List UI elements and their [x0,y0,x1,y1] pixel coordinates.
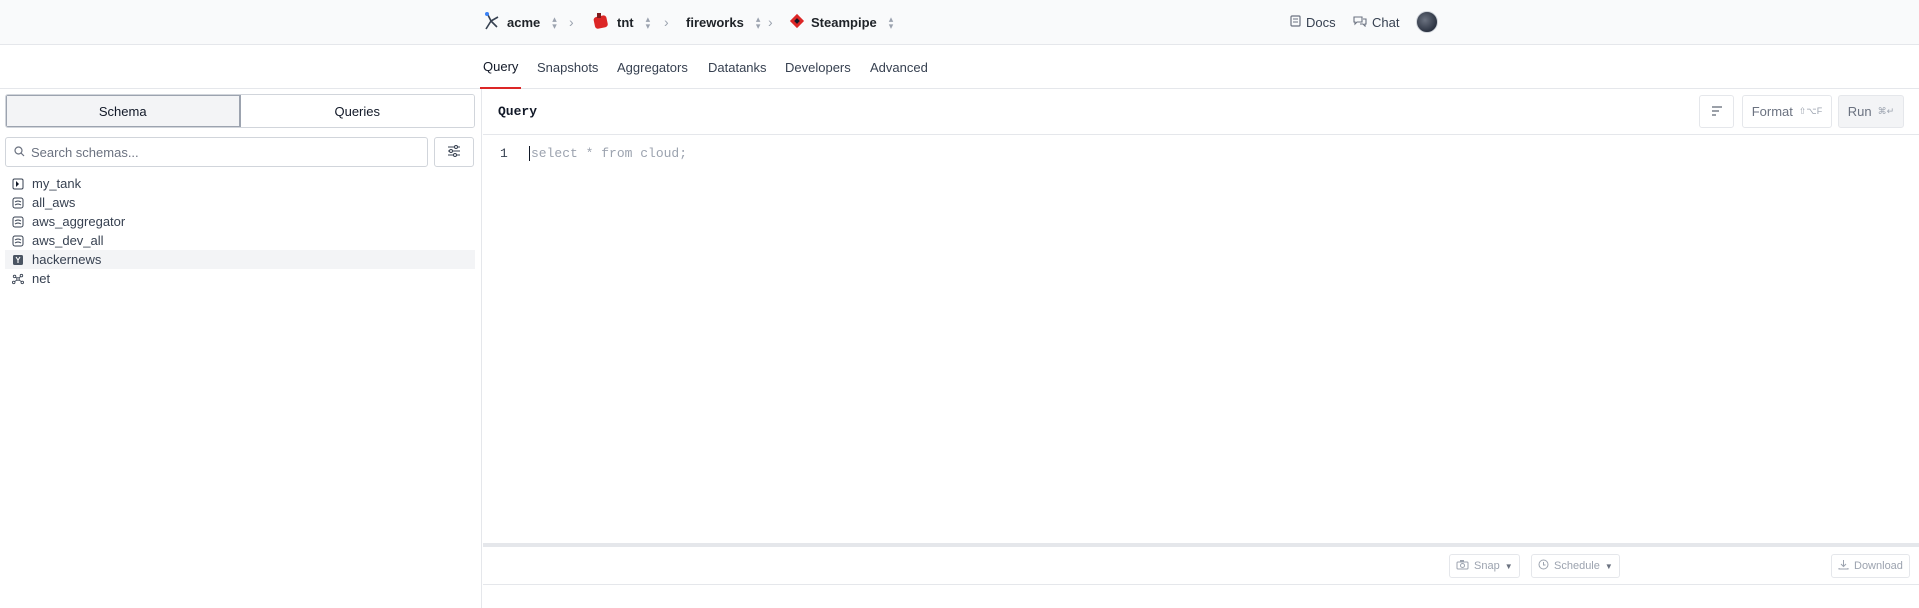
chat-icon [1353,15,1367,30]
editor-placeholder: select * from cloud; [529,146,688,161]
schema-item-label: all_aws [32,195,76,210]
query-header: Query Format ⇧⌥F Run ⌘↵ [483,89,1919,135]
schema-item-aws-aggregator[interactable]: aws_aggregator [5,212,475,231]
chat-link[interactable]: Chat [1353,0,1399,45]
schema-item-label: aws_aggregator [32,214,126,229]
format-label: Format [1751,104,1793,119]
breadcrumb-org[interactable]: acme ▴ ▾ [483,0,557,45]
breadcrumb-project[interactable]: fireworks ▴ ▾ [686,0,760,45]
breadcrumb-workspace[interactable]: tnt ▴ ▾ [591,0,650,45]
schema-list: my_tank all_aws aws_aggregator aws_dev_a… [5,174,475,288]
aggregator-icon [12,197,24,209]
avatar[interactable] [1416,11,1438,33]
schema-item-label: my_tank [32,176,82,191]
schema-toggle-button[interactable]: Schema [6,95,241,127]
snap-button[interactable]: Snap ▼ [1449,554,1520,578]
datatank-icon [12,178,24,190]
schema-queries-toggle: Schema Queries [5,94,475,128]
schema-item-label: aws_dev_all [32,233,104,248]
line-number: 1 [500,146,508,161]
sliders-icon [447,144,461,160]
download-icon [1838,559,1849,573]
org-logo-icon [483,11,501,34]
camera-icon [1456,559,1469,573]
run-button[interactable]: Run ⌘↵ [1838,95,1904,128]
chevron-down-icon: ▼ [1504,561,1513,571]
schema-item-hackernews[interactable]: hackernews [5,250,475,269]
search-icon [14,145,25,160]
workspace-name: tnt [617,15,634,30]
schema-item-label: hackernews [32,252,102,267]
chevron-down-icon: ▼ [1604,561,1613,571]
schema-item-aws-dev-all[interactable]: aws_dev_all [5,231,475,250]
top-bar: acme ▴ ▾ › tnt ▴ ▾ › fireworks ▴ ▾ › Steamp… [0,0,1919,45]
schema-search [5,137,428,167]
net-icon [12,273,24,285]
chat-label: Chat [1372,15,1400,30]
tab-datatanks[interactable]: Datatanks [708,45,767,89]
format-shortcut: ⇧⌥F [1798,106,1823,116]
chevron-right-icon: › [569,14,574,30]
tab-aggregators[interactable]: Aggregators [617,45,688,89]
steampipe-logo-icon [789,13,805,32]
nav-tabs: Query Snapshots Aggregators Datatanks De… [0,45,1919,89]
tab-developers[interactable]: Developers [785,45,851,89]
org-name: acme [507,15,541,30]
search-input[interactable] [31,144,411,160]
format-button[interactable]: Format ⇧⌥F [1742,95,1832,128]
sql-editor[interactable]: 1 select * from cloud; [483,135,1919,543]
workspace-logo-icon [591,11,611,34]
download-button[interactable]: Download [1831,554,1910,578]
filter-button[interactable] [434,137,474,167]
query-title: Query [498,104,538,119]
schedule-button[interactable]: Schedule ▼ [1531,554,1620,578]
schema-item-my-tank[interactable]: my_tank [5,174,475,193]
book-icon [1290,15,1301,30]
product-name: Steampipe [811,15,877,30]
docs-label: Docs [1306,15,1336,30]
tab-query[interactable]: Query [480,45,522,89]
schema-item-label: net [32,271,51,286]
tab-advanced[interactable]: Advanced [870,45,928,89]
workspace-switch-icon[interactable]: ▴ ▾ [646,14,651,30]
run-label: Run [1847,104,1872,119]
snap-label: Snap [1474,560,1500,572]
queries-toggle-button[interactable]: Queries [240,95,474,127]
chevron-right-icon: › [664,14,669,30]
chevron-right-icon: › [768,14,773,30]
schema-item-all-aws[interactable]: all_aws [5,193,475,212]
org-switch-icon[interactable]: ▴ ▾ [552,14,557,30]
project-name: fireworks [686,15,744,30]
aggregator-icon [12,235,24,247]
schema-item-net[interactable]: net [5,269,475,288]
aggregator-icon [12,216,24,228]
docs-link[interactable]: Docs [1290,0,1336,45]
download-label: Download [1854,560,1903,572]
sort-button[interactable] [1699,95,1734,128]
product-switch-icon[interactable]: ▴ ▾ [889,14,894,30]
breadcrumb-product[interactable]: Steampipe ▴ ▾ [789,0,893,45]
run-shortcut: ⌘↵ [1877,106,1895,116]
clock-icon [1538,559,1549,573]
results-toolbar: Snap ▼ Schedule ▼ Download [483,547,1919,585]
hackernews-icon [12,254,24,266]
project-switch-icon[interactable]: ▴ ▾ [756,14,761,30]
lines-icon [1711,104,1723,119]
schema-panel: Schema Queries my_tank all_aws [0,89,482,608]
tab-snapshots[interactable]: Snapshots [537,45,598,89]
schedule-label: Schedule [1554,560,1600,572]
